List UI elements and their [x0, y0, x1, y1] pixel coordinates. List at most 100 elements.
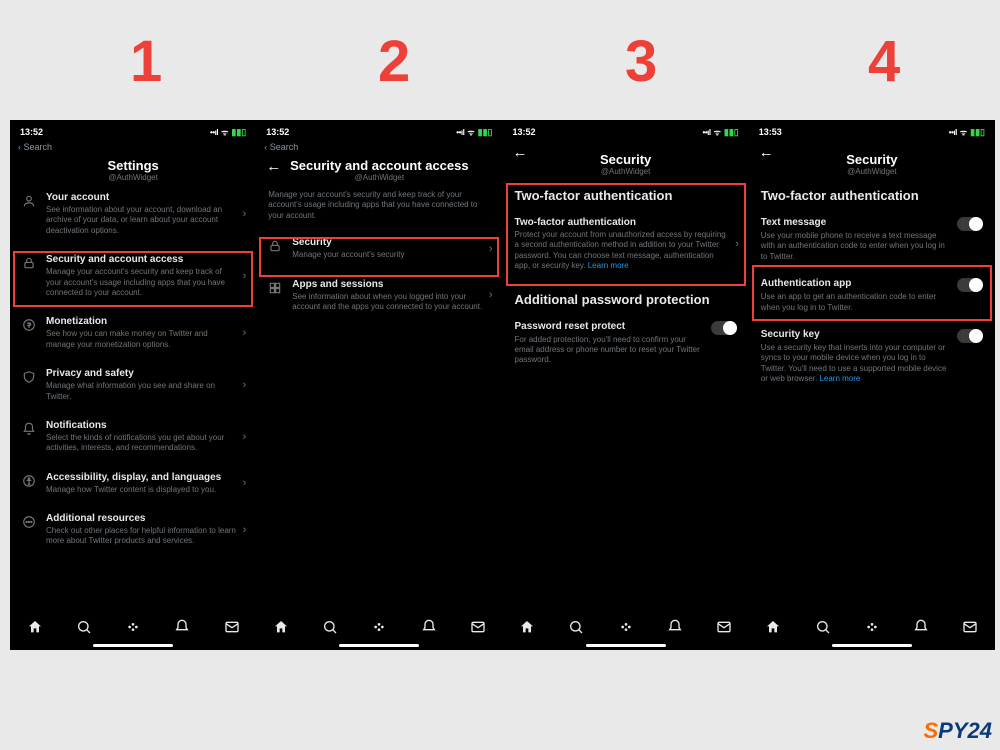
tab-notifications[interactable]	[667, 619, 683, 638]
signal-icon: ••ıl	[456, 128, 464, 137]
row-desc: Manage your account's security and keep …	[46, 267, 239, 298]
tabbar	[503, 606, 749, 650]
row-notifications[interactable]: Notifications Select the kinds of notifi…	[10, 412, 256, 464]
learn-more-link[interactable]: Learn more	[819, 374, 860, 383]
row-desc: Manage your account's security	[292, 250, 485, 260]
page-title: Settings	[10, 158, 256, 173]
chevron-right-icon: ›	[243, 208, 247, 220]
toggle-switch[interactable]	[957, 329, 983, 343]
tab-messages[interactable]	[470, 619, 486, 638]
chevron-right-icon: ›	[243, 327, 247, 339]
tab-notifications[interactable]	[421, 619, 437, 638]
lock-icon	[266, 239, 284, 256]
tab-home[interactable]	[765, 619, 781, 638]
row-desc: See how you can make money on Twitter an…	[46, 329, 239, 350]
chevron-right-icon: ›	[243, 431, 247, 443]
home-indicator	[586, 644, 666, 647]
back-arrow-icon[interactable]: ←	[266, 158, 281, 175]
step-number-2: 2	[378, 28, 410, 95]
toggle-switch[interactable]	[957, 278, 983, 292]
row-label: Notifications	[46, 420, 239, 431]
statusbar: 13:52 ••ıl ᯤ ▮▮▯	[256, 124, 502, 140]
row-your-account[interactable]: Your account See information about your …	[10, 184, 256, 246]
phone-3: 13:52 ••ıl ᯤ ▮▮▯ ← Security @AuthWidget …	[503, 120, 749, 650]
row-security-access[interactable]: Security and account access Manage your …	[10, 246, 256, 308]
tab-spaces[interactable]	[618, 619, 634, 638]
row-password-reset[interactable]: Password reset protect For added protect…	[503, 313, 749, 374]
back-label: Search	[24, 142, 53, 152]
row-desc: Use a security key that inserts into you…	[761, 343, 949, 385]
row-security-key[interactable]: Security key Use a security key that ins…	[749, 321, 995, 393]
status-icons: ••ıl ᯤ ▮▮▯	[949, 127, 985, 138]
tab-spaces[interactable]	[125, 619, 141, 638]
row-desc: Manage what information you see and shar…	[46, 381, 239, 402]
tab-search[interactable]	[815, 619, 831, 638]
tab-messages[interactable]	[962, 619, 978, 638]
page-title: Security	[503, 152, 749, 167]
row-accessibility[interactable]: Accessibility, display, and languages Ma…	[10, 464, 256, 505]
tab-notifications[interactable]	[174, 619, 190, 638]
titlebar: Settings @AuthWidget	[10, 154, 256, 184]
tab-home[interactable]	[273, 619, 289, 638]
chevron-right-icon: ›	[243, 379, 247, 391]
toggle-switch[interactable]	[711, 321, 737, 335]
row-security[interactable]: Security Manage your account's security …	[256, 229, 502, 270]
wifi-icon: ᯤ	[467, 127, 474, 138]
tab-notifications[interactable]	[913, 619, 929, 638]
row-label: Your account	[46, 192, 239, 203]
row-two-factor[interactable]: Two-factor authentication Protect your a…	[503, 209, 749, 282]
row-label: Additional resources	[46, 513, 239, 524]
tab-messages[interactable]	[716, 619, 732, 638]
home-indicator	[339, 644, 419, 647]
tab-spaces[interactable]	[864, 619, 880, 638]
row-label: Text message	[761, 217, 949, 228]
back-row[interactable]: ‹ Search	[256, 140, 502, 154]
row-text-message[interactable]: Text message Use your mobile phone to re…	[749, 209, 995, 270]
row-authentication-app[interactable]: Authentication app Use an app to get an …	[749, 270, 995, 321]
lock-icon	[20, 256, 38, 273]
home-indicator	[93, 644, 173, 647]
watermark-s: S	[923, 718, 938, 743]
page-handle: @AuthWidget	[503, 167, 749, 176]
row-desc: For added protection, you'll need to con…	[515, 335, 703, 366]
chevron-right-icon: ›	[243, 524, 247, 536]
row-apps-sessions[interactable]: Apps and sessions See information about …	[256, 271, 502, 323]
tab-home[interactable]	[27, 619, 43, 638]
row-label: Two-factor authentication	[515, 217, 732, 228]
tab-spaces[interactable]	[371, 619, 387, 638]
tab-search[interactable]	[568, 619, 584, 638]
back-arrow-icon[interactable]: ←	[513, 144, 528, 161]
person-icon	[20, 194, 38, 211]
watermark-p: P	[938, 718, 953, 743]
battery-icon: ▮▮▯	[724, 127, 739, 138]
phone-4: 13:53 ••ıl ᯤ ▮▮▯ ← Security @AuthWidget …	[749, 120, 995, 650]
tab-search[interactable]	[322, 619, 338, 638]
shield-icon	[20, 370, 38, 387]
wifi-icon: ᯤ	[714, 127, 721, 138]
status-time: 13:52	[513, 127, 536, 137]
row-privacy[interactable]: Privacy and safety Manage what informati…	[10, 360, 256, 412]
tab-home[interactable]	[519, 619, 535, 638]
status-icons: ••ıl ᯤ ▮▮▯	[703, 127, 739, 138]
watermark-24: 24	[968, 718, 992, 743]
statusbar: 13:53 ••ıl ᯤ ▮▮▯	[749, 124, 995, 140]
toggle-switch[interactable]	[957, 217, 983, 231]
chevron-right-icon: ›	[243, 270, 247, 282]
tab-messages[interactable]	[224, 619, 240, 638]
chevron-right-icon: ›	[489, 243, 493, 255]
back-row[interactable]: ‹ Search	[10, 140, 256, 154]
row-label: Apps and sessions	[292, 279, 485, 290]
row-desc: Use your mobile phone to receive a text …	[761, 231, 949, 262]
bell-icon	[20, 422, 38, 439]
row-label: Security and account access	[46, 254, 239, 265]
row-label: Security key	[761, 329, 949, 340]
statusbar: 13:52 ••ıl ᯤ ▮▮▯	[503, 124, 749, 140]
page-title: Security and account access	[256, 158, 502, 173]
back-arrow-icon[interactable]: ←	[759, 144, 774, 161]
phone-1: 13:52 ••ıl ᯤ ▮▮▯ ‹ Search Settings @Auth…	[10, 120, 256, 650]
row-additional[interactable]: Additional resources Check out other pla…	[10, 505, 256, 557]
learn-more-link[interactable]: Learn more	[588, 261, 629, 270]
section-two-factor: Two-factor authentication	[749, 178, 995, 209]
tab-search[interactable]	[76, 619, 92, 638]
row-monetization[interactable]: Monetization See how you can make money …	[10, 308, 256, 360]
